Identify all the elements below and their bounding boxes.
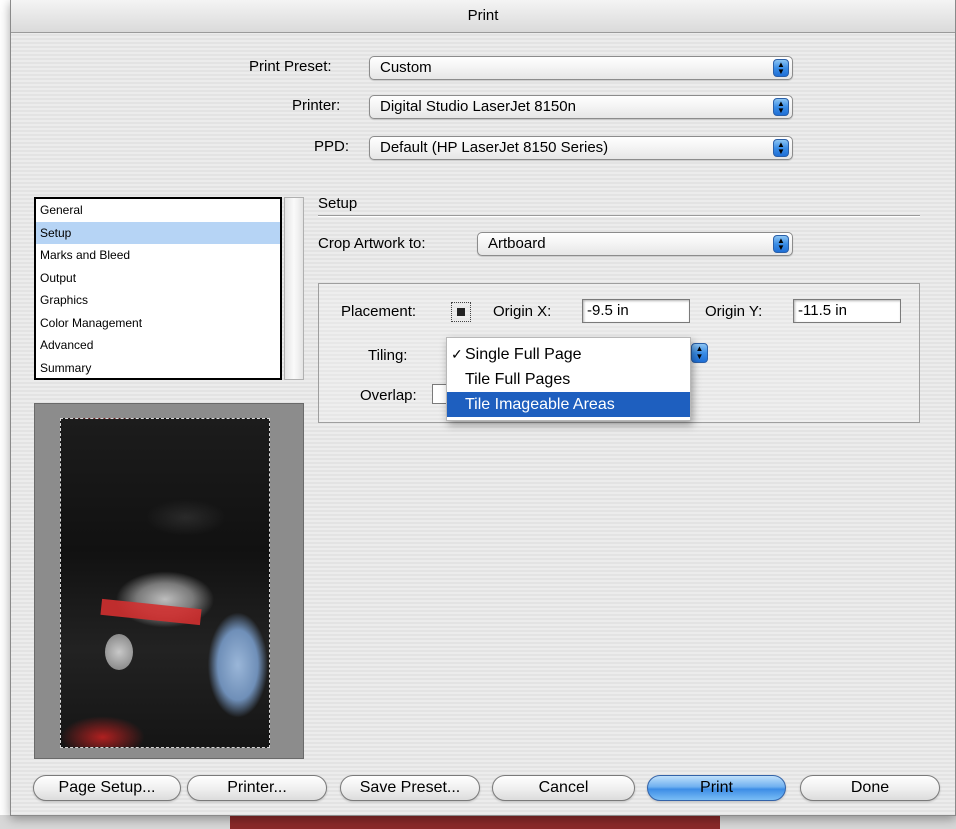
overlap-label: Overlap: [360, 387, 417, 404]
placement-grid-icon[interactable] [451, 302, 471, 322]
tiling-popup-arrows-icon[interactable]: ▲ ▼ [691, 343, 708, 363]
sidebar-item-setup[interactable]: Setup [36, 221, 280, 244]
print-preset-value: Custom [380, 59, 432, 76]
print-button[interactable]: Print [647, 775, 786, 801]
print-preset-popup[interactable]: Custom ▲ ▼ [369, 56, 793, 80]
page-setup-button[interactable]: Page Setup... [33, 775, 181, 801]
menu-item-label: Tile Full Pages [465, 371, 571, 388]
done-button[interactable]: Done [800, 775, 940, 801]
origin-x-field[interactable]: -9.5 in [582, 299, 690, 323]
preview-tag [105, 634, 133, 670]
printer-value: Digital Studio LaserJet 8150n [380, 98, 576, 115]
background-desktop-left [0, 815, 230, 829]
sidebar-item-general[interactable]: General [36, 199, 280, 222]
category-list: General Setup Marks and Bleed Output Gra… [34, 197, 282, 380]
print-preview[interactable] [34, 403, 304, 759]
ppd-value: Default (HP LaserJet 8150 Series) [380, 139, 609, 156]
origin-y-label: Origin Y: [705, 303, 763, 320]
overlap-field[interactable] [432, 384, 446, 404]
background-artwork [230, 815, 720, 829]
cancel-button[interactable]: Cancel [492, 775, 635, 801]
popup-arrows-icon: ▲ ▼ [773, 98, 789, 116]
sidebar-item-advanced[interactable]: Advanced [36, 334, 280, 357]
menu-item-label: Single Full Page [465, 346, 582, 363]
check-icon: ✓ [451, 346, 463, 362]
crop-artwork-value: Artboard [488, 235, 546, 252]
origin-y-field[interactable]: -11.5 in [793, 299, 901, 323]
menu-item-label: Tile Imageable Areas [465, 396, 615, 413]
section-divider [318, 215, 920, 217]
printer-button[interactable]: Printer... [187, 775, 327, 801]
popup-arrows-icon: ▲ ▼ [773, 59, 789, 77]
printer-label: Printer: [292, 97, 341, 114]
sidebar-item-color-management[interactable]: Color Management [36, 312, 280, 335]
tiling-menu: ✓ Single Full Page Tile Full Pages Tile I… [446, 337, 691, 421]
crop-artwork-popup[interactable]: Artboard ▲ ▼ [477, 232, 793, 256]
popup-arrows-icon: ▲ ▼ [773, 235, 789, 253]
section-title: Setup [318, 195, 358, 212]
crop-artwork-label: Crop Artwork to: [318, 235, 426, 252]
ppd-label: PPD: [314, 138, 350, 155]
sidebar-item-output[interactable]: Output [36, 267, 280, 290]
sidebar-item-summary[interactable]: Summary [36, 357, 280, 380]
printer-popup[interactable]: Digital Studio LaserJet 8150n ▲ ▼ [369, 95, 793, 119]
menu-item-tile-full-pages[interactable]: Tile Full Pages [447, 367, 690, 392]
ppd-popup[interactable]: Default (HP LaserJet 8150 Series) ▲ ▼ [369, 136, 793, 160]
save-preset-button[interactable]: Save Preset... [340, 775, 480, 801]
preview-image [60, 418, 270, 748]
origin-x-label: Origin X: [493, 303, 552, 320]
menu-item-single-full-page[interactable]: ✓ Single Full Page [447, 342, 690, 367]
background-desktop-right [720, 815, 956, 829]
list-scrollbar[interactable] [284, 197, 304, 380]
sidebar-item-marks-and-bleed[interactable]: Marks and Bleed [36, 244, 280, 267]
print-preset-label: Print Preset: [249, 58, 332, 75]
placement-label: Placement: [341, 303, 417, 320]
window-title: Print [11, 0, 955, 33]
sidebar-item-graphics[interactable]: Graphics [36, 289, 280, 312]
menu-item-tile-imageable-areas[interactable]: Tile Imageable Areas [447, 392, 690, 417]
popup-arrows-icon: ▲ ▼ [773, 139, 789, 157]
tiling-label: Tiling: [368, 347, 408, 364]
preview-collar [100, 598, 202, 626]
